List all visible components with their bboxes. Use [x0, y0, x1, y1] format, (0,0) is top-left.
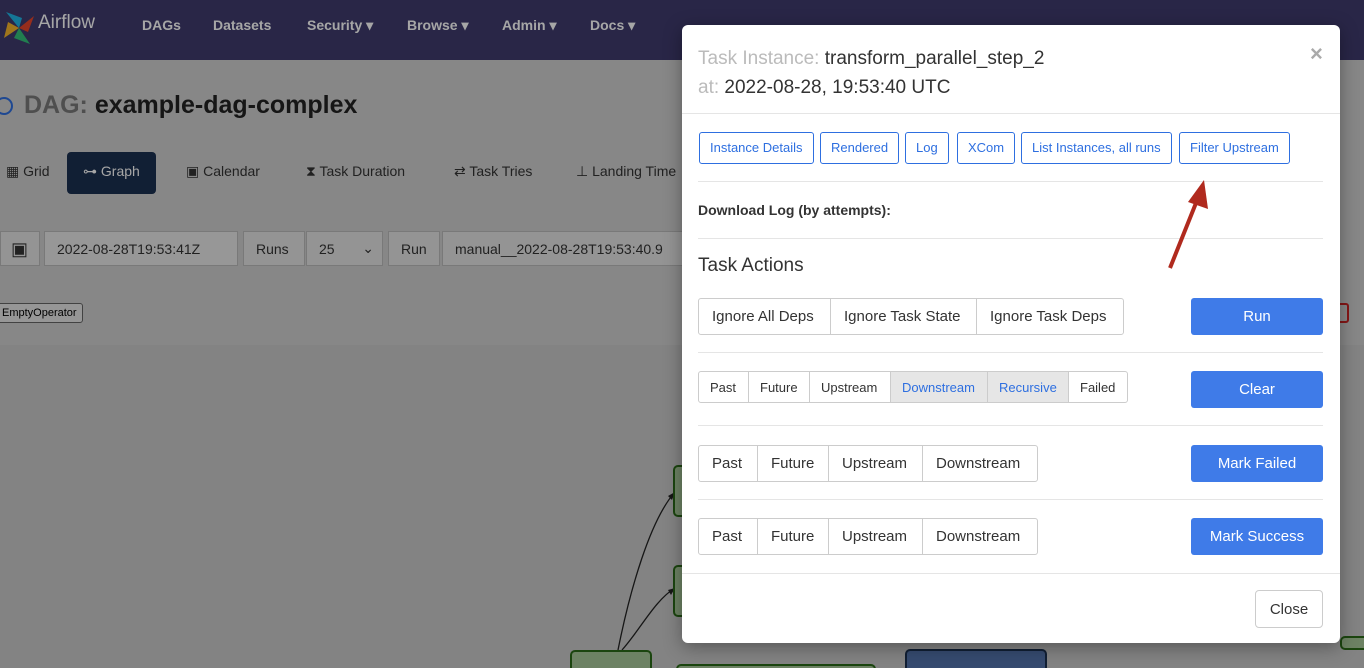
failed-upstream-toggle[interactable]: Upstream — [828, 445, 923, 482]
instance-details-button[interactable]: Instance Details — [699, 132, 814, 164]
list-instances-button[interactable]: List Instances, all runs — [1021, 132, 1172, 164]
clear-upstream-toggle[interactable]: Upstream — [809, 371, 891, 403]
success-past-toggle[interactable]: Past — [698, 518, 758, 555]
task-actions-heading: Task Actions — [698, 255, 804, 276]
mark-success-button[interactable]: Mark Success — [1191, 518, 1323, 555]
ignore-task-deps-toggle[interactable]: Ignore Task Deps — [976, 298, 1124, 335]
download-log-label: Download Log (by attempts): — [698, 202, 891, 218]
success-upstream-toggle[interactable]: Upstream — [828, 518, 923, 555]
divider — [698, 238, 1323, 239]
clear-failed-toggle[interactable]: Failed — [1068, 371, 1128, 403]
clear-downstream-toggle[interactable]: Downstream — [890, 371, 988, 403]
at-label: at: — [698, 77, 720, 98]
modal-title: Task Instance: transform_parallel_step_2… — [698, 44, 1044, 102]
filter-upstream-button[interactable]: Filter Upstream — [1179, 132, 1290, 164]
log-button[interactable]: Log — [905, 132, 949, 164]
success-future-toggle[interactable]: Future — [757, 518, 829, 555]
clear-past-toggle[interactable]: Past — [698, 371, 749, 403]
clear-recursive-toggle[interactable]: Recursive — [987, 371, 1069, 403]
failed-downstream-toggle[interactable]: Downstream — [922, 445, 1038, 482]
divider — [698, 181, 1323, 182]
success-downstream-toggle[interactable]: Downstream — [922, 518, 1038, 555]
divider — [698, 499, 1323, 500]
divider — [698, 425, 1323, 426]
divider — [682, 573, 1340, 574]
close-icon[interactable]: × — [1310, 41, 1323, 67]
clear-future-toggle[interactable]: Future — [748, 371, 810, 403]
ignore-task-state-toggle[interactable]: Ignore Task State — [830, 298, 977, 335]
task-instance-modal: Task Instance: transform_parallel_step_2… — [682, 25, 1340, 643]
task-instance-label: Task Instance: — [698, 48, 820, 69]
execution-timestamp: 2022-08-28, 19:53:40 UTC — [724, 77, 951, 98]
annotation-arrow-icon — [1168, 180, 1208, 269]
rendered-button[interactable]: Rendered — [820, 132, 900, 164]
ignore-all-deps-toggle[interactable]: Ignore All Deps — [698, 298, 831, 335]
failed-future-toggle[interactable]: Future — [757, 445, 829, 482]
divider — [682, 113, 1340, 114]
run-button[interactable]: Run — [1191, 298, 1323, 335]
failed-past-toggle[interactable]: Past — [698, 445, 758, 482]
task-id: transform_parallel_step_2 — [824, 48, 1045, 69]
clear-button[interactable]: Clear — [1191, 371, 1323, 408]
mark-failed-button[interactable]: Mark Failed — [1191, 445, 1323, 482]
xcom-button[interactable]: XCom — [957, 132, 1016, 164]
divider — [698, 352, 1323, 353]
close-button[interactable]: Close — [1255, 590, 1323, 628]
